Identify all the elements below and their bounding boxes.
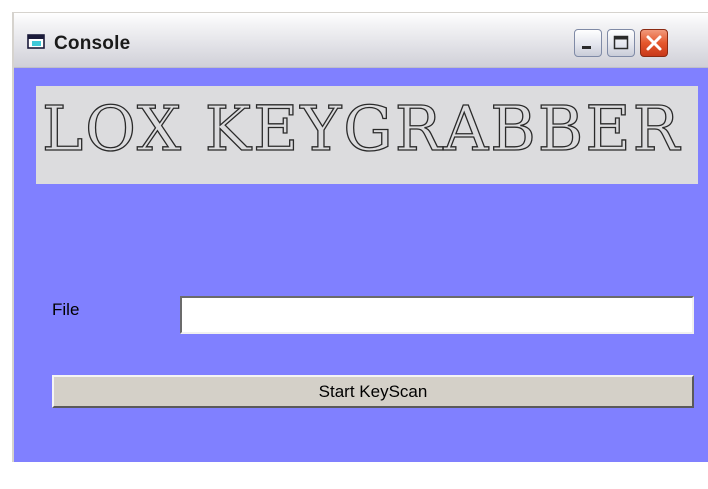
window-title: Console [54,33,131,54]
maximize-icon [613,35,629,50]
file-input[interactable] [180,296,694,334]
file-label: File [52,300,80,319]
title-bar[interactable]: Console [14,13,708,68]
start-keyscan-button[interactable]: Start KeyScan [52,375,694,408]
minimize-icon [582,46,591,49]
close-icon [646,35,662,51]
title-banner: LOX KEYGRABBER [36,86,698,184]
minimize-button[interactable] [574,29,602,57]
console-window: Console LOX KEYGRABBER File Start KeySca… [12,12,708,462]
banner-text: LOX KEYGRABBER [41,91,682,165]
maximize-button[interactable] [607,29,635,57]
console-window-icon [27,33,47,51]
close-button[interactable] [640,29,668,57]
